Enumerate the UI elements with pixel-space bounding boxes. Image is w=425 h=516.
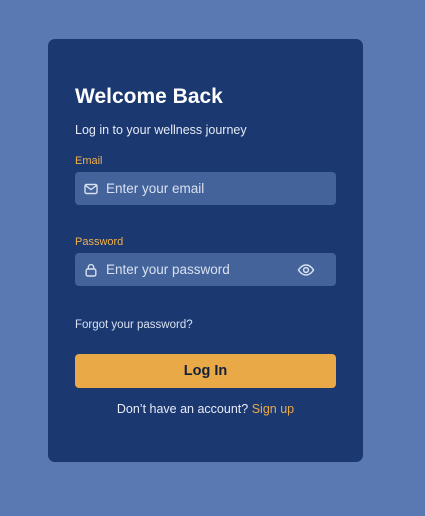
page-title: Welcome Back xyxy=(75,85,223,108)
show-password-button[interactable] xyxy=(297,261,315,279)
password-field[interactable] xyxy=(75,253,336,286)
login-button[interactable]: Log In xyxy=(75,354,336,388)
page-subtitle: Log in to your wellness journey xyxy=(75,123,247,137)
email-label: Email xyxy=(75,155,103,167)
signup-prompt: Don’t have an account? xyxy=(116,402,249,416)
email-field[interactable] xyxy=(75,172,336,205)
forgot-password-link[interactable]: Forgot your password? xyxy=(75,318,193,332)
email-input[interactable] xyxy=(106,172,294,205)
login-card: Welcome Back Log in to your wellness jou… xyxy=(48,39,363,462)
password-input[interactable] xyxy=(106,253,294,286)
eye-icon xyxy=(297,264,315,276)
password-label: Password xyxy=(75,236,124,248)
mail-icon xyxy=(84,183,98,195)
signup-link[interactable]: Sign up xyxy=(252,402,294,416)
signup-row: Don’t have an account? Sign up xyxy=(48,402,363,417)
lock-icon xyxy=(85,263,97,277)
